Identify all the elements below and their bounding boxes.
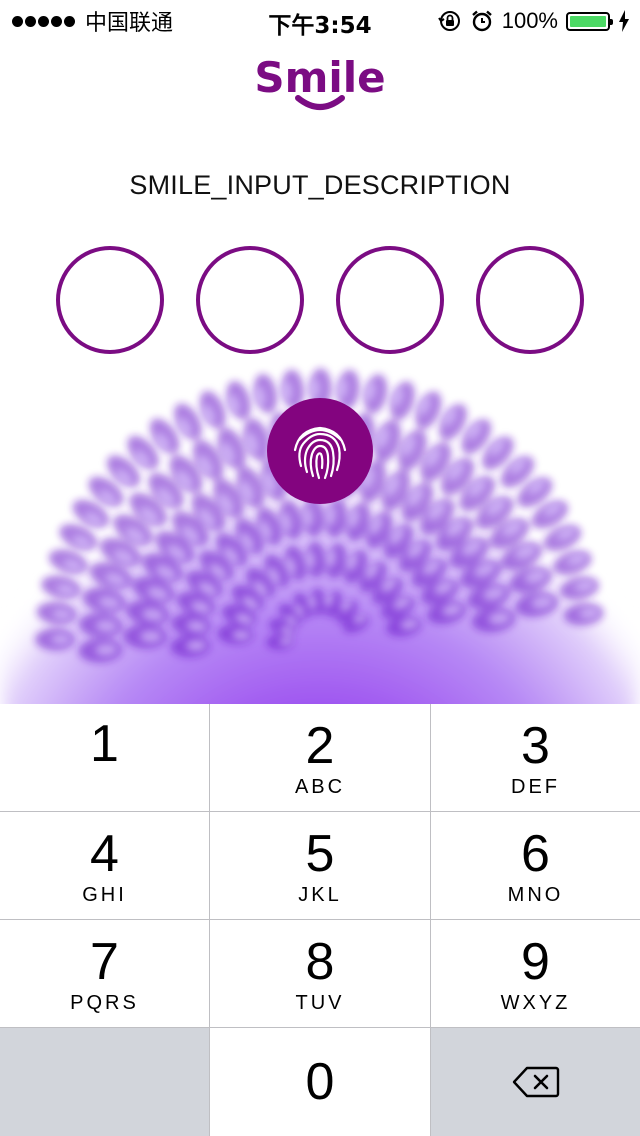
key-5[interactable]: 5 JKL bbox=[210, 812, 431, 920]
key-0[interactable]: 0 bbox=[210, 1028, 431, 1136]
alarm-icon bbox=[471, 10, 492, 32]
key-digit: 2 bbox=[305, 717, 335, 775]
key-digit: 3 bbox=[521, 717, 550, 775]
pin-dot bbox=[196, 246, 304, 354]
fingerprint-icon bbox=[293, 426, 347, 480]
key-digit: 4 bbox=[90, 825, 119, 883]
key-2[interactable]: 2 ABC bbox=[210, 704, 431, 812]
rotation-lock-icon bbox=[437, 11, 460, 31]
pin-dot bbox=[336, 246, 444, 354]
key-letters: TUV bbox=[295, 992, 345, 1014]
key-letters: MNO bbox=[507, 884, 564, 906]
delete-key[interactable] bbox=[431, 1028, 640, 1136]
keypad-empty-key bbox=[0, 1028, 210, 1136]
status-bar-right: 100% bbox=[437, 7, 630, 35]
key-letters: JKL bbox=[298, 884, 342, 906]
key-digit: 8 bbox=[305, 933, 335, 991]
key-letters: PQRS bbox=[70, 992, 139, 1014]
battery-level bbox=[570, 15, 606, 27]
key-9[interactable]: 9 WXYZ bbox=[431, 920, 640, 1028]
key-digit: 1 bbox=[90, 715, 119, 773]
app-logo: Smile bbox=[0, 50, 640, 114]
input-description: SMILE_INPUT_DESCRIPTION bbox=[129, 170, 511, 200]
backspace-icon bbox=[512, 1066, 559, 1098]
charging-icon bbox=[619, 10, 629, 32]
logo-text: Smile bbox=[254, 53, 385, 102]
key-letters: GHI bbox=[82, 884, 127, 906]
key-1[interactable]: 1 bbox=[0, 704, 210, 812]
key-digit: 9 bbox=[521, 933, 550, 991]
key-digit: 6 bbox=[521, 825, 550, 883]
key-letters: WXYZ bbox=[500, 992, 571, 1014]
key-6[interactable]: 6 MNO bbox=[431, 812, 640, 920]
status-bar: 中国联通 下午3:54 100% bbox=[0, 0, 640, 40]
numeric-keypad: 1 2 ABC 3 DEF 4 GHI 5 JKL 6 MNO 7 PQRS 8 TUV 9 WXYZ 0 bbox=[0, 704, 640, 1136]
pin-dot bbox=[56, 246, 164, 354]
pin-indicator bbox=[56, 246, 584, 354]
key-letters: DEF bbox=[511, 776, 560, 798]
key-7[interactable]: 7 PQRS bbox=[0, 920, 210, 1028]
battery-percent: 100% bbox=[501, 8, 558, 33]
battery-icon bbox=[566, 11, 613, 31]
key-digit: 0 bbox=[305, 1053, 335, 1111]
touch-id-button[interactable] bbox=[267, 398, 373, 504]
key-3[interactable]: 3 DEF bbox=[431, 704, 640, 812]
flower-background-image bbox=[0, 340, 640, 704]
pin-dot bbox=[476, 246, 584, 354]
key-digit: 5 bbox=[305, 825, 335, 883]
key-8[interactable]: 8 TUV bbox=[210, 920, 431, 1028]
key-digit: 7 bbox=[90, 933, 119, 991]
key-4[interactable]: 4 GHI bbox=[0, 812, 210, 920]
key-letters: ABC bbox=[294, 776, 346, 798]
